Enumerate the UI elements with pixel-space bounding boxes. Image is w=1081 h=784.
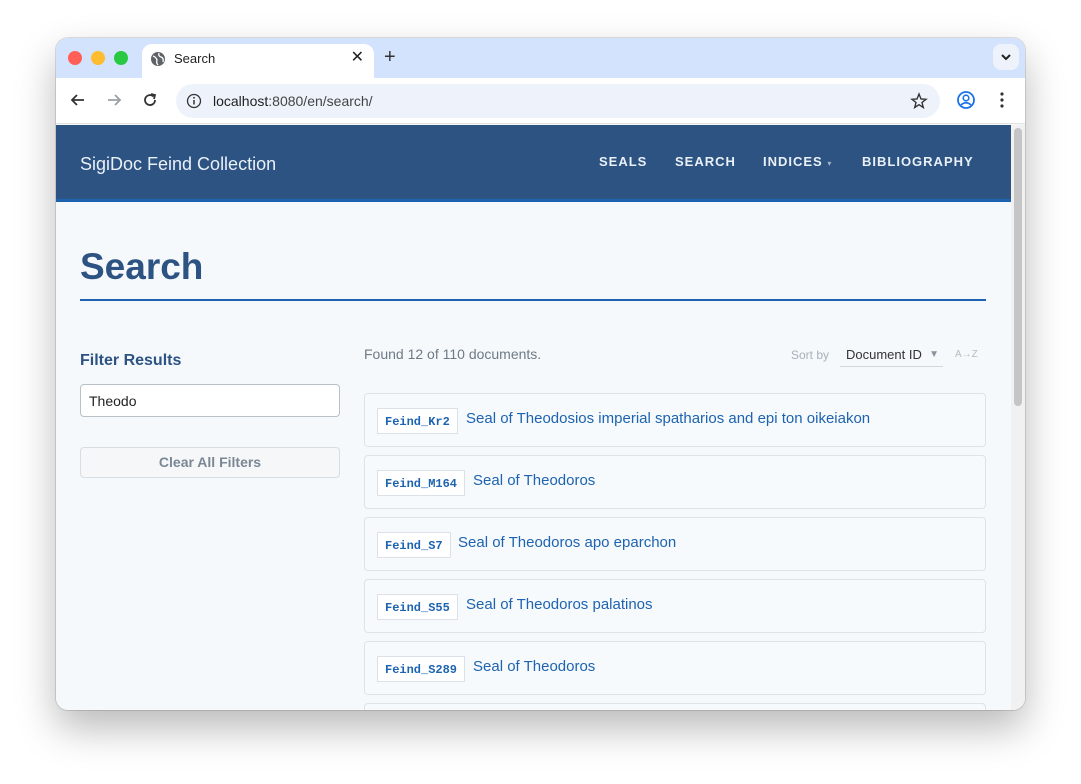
profile-icon[interactable] — [956, 90, 976, 110]
site-title[interactable]: SigiDoc Feind Collection — [80, 154, 276, 175]
result-item: Feind_S7 Seal of Theodoros apo eparchon — [364, 517, 986, 571]
close-window-button[interactable] — [68, 51, 82, 65]
tab-strip: Search ✕ + — [56, 38, 1025, 78]
globe-icon — [151, 52, 165, 66]
close-tab-icon[interactable]: ✕ — [351, 48, 364, 68]
tab-search-button[interactable] — [993, 44, 1019, 70]
minimize-window-button[interactable] — [91, 51, 105, 65]
sort-label: Sort by — [791, 348, 830, 362]
nav-indices[interactable]: INDICES ▾ — [763, 154, 832, 169]
result-id-badge: Feind_Kr2 — [377, 408, 458, 434]
url-text: localhost:8080/en/search/ — [213, 93, 373, 109]
result-title-link[interactable]: Seal of Theodoros — [473, 472, 595, 489]
address-bar[interactable]: localhost:8080/en/search/ — [176, 84, 940, 118]
sort-direction-toggle[interactable]: A→Z — [955, 349, 978, 360]
result-id-badge: Feind_S55 — [377, 594, 458, 620]
result-id-badge: Feind_M164 — [377, 470, 466, 496]
zoom-window-button[interactable] — [114, 51, 128, 65]
chevron-down-icon — [1001, 54, 1011, 61]
clear-filters-button[interactable]: Clear All Filters — [80, 447, 340, 478]
bookmark-star-icon[interactable] — [910, 92, 928, 110]
browser-tab[interactable]: Search ✕ — [142, 44, 374, 78]
scrollbar-thumb[interactable] — [1014, 128, 1022, 406]
browser-window: Search ✕ + localhost:8080/en/search/ Sig… — [56, 38, 1025, 710]
result-item: Feind_Kr2 Seal of Theodosios imperial sp… — [364, 393, 986, 447]
filter-heading: Filter Results — [80, 352, 182, 369]
filter-search-input[interactable] — [80, 384, 340, 417]
sort-value: Document ID — [846, 347, 922, 362]
page-scrollbar[interactable] — [1011, 125, 1025, 710]
nav-seals[interactable]: SEALS — [599, 154, 647, 169]
browser-toolbar: localhost:8080/en/search/ — [56, 78, 1025, 124]
reload-icon[interactable] — [140, 90, 160, 110]
sort-select[interactable]: Document ID ▼ — [840, 343, 943, 367]
result-item: Feind_S289 Seal of Theodoros — [364, 641, 986, 695]
result-id-badge: Feind_S7 — [377, 532, 451, 558]
new-tab-icon[interactable]: + — [384, 46, 396, 68]
page-title: Search — [80, 246, 204, 287]
result-title-link[interactable]: Seal of Theodoros — [473, 658, 595, 675]
back-arrow-icon[interactable] — [68, 90, 88, 110]
result-item — [364, 703, 986, 710]
result-item: Feind_M164 Seal of Theodoros — [364, 455, 986, 509]
forward-arrow-icon[interactable] — [104, 90, 124, 110]
result-title-link[interactable]: Seal of Theodoros apo eparchon — [458, 534, 676, 551]
site-info-icon[interactable] — [186, 93, 202, 109]
site-header: SigiDoc Feind Collection SEALS SEARCH IN… — [56, 125, 1011, 202]
title-divider — [80, 299, 986, 301]
result-title-link[interactable]: Seal of Theodoros palatinos — [466, 596, 653, 613]
result-id-badge: Feind_S289 — [377, 656, 466, 682]
tab-title: Search — [174, 51, 216, 66]
nav-search[interactable]: SEARCH — [675, 154, 736, 169]
nav-bibliography[interactable]: BIBLIOGRAPHY — [862, 154, 974, 169]
dropdown-caret-icon: ▾ — [827, 159, 833, 168]
kebab-menu-icon[interactable] — [992, 90, 1012, 110]
results-count: Found 12 of 110 documents. — [364, 346, 542, 362]
result-title-link[interactable]: Seal of Theodosios imperial spatharios a… — [466, 410, 870, 427]
page-viewport: SigiDoc Feind Collection SEALS SEARCH IN… — [56, 125, 1011, 710]
result-item: Feind_S55 Seal of Theodoros palatinos — [364, 579, 986, 633]
caret-down-icon: ▼ — [929, 349, 939, 360]
